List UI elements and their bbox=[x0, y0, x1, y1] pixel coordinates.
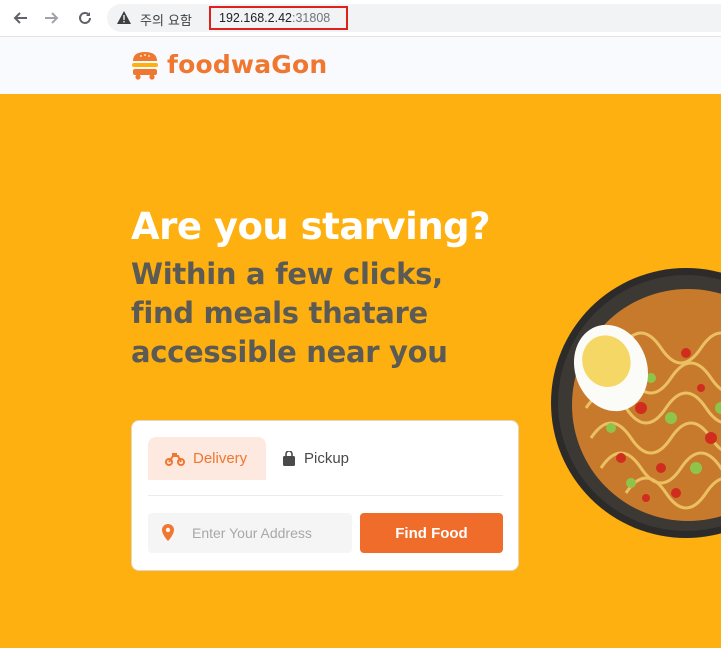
tab-pickup[interactable]: Pickup bbox=[282, 437, 382, 480]
location-pin-icon bbox=[162, 524, 174, 546]
url-host: 192.168.2.42 bbox=[219, 11, 292, 25]
hero-subheadline: Within a few clicks, find meals thatare … bbox=[131, 257, 448, 369]
motorbike-icon bbox=[165, 452, 185, 466]
shopping-bag-icon bbox=[282, 450, 296, 467]
tab-pickup-label: Pickup bbox=[304, 450, 350, 467]
tab-delivery[interactable]: Delivery bbox=[148, 437, 266, 480]
back-button[interactable] bbox=[10, 8, 30, 28]
forward-button[interactable] bbox=[42, 8, 62, 28]
browser-toolbar: 주의 요함 192.168.2.42:31808 bbox=[0, 0, 721, 37]
url-port: :31808 bbox=[292, 11, 331, 25]
hero-headline: Are you starving? bbox=[131, 205, 491, 248]
reload-button[interactable] bbox=[75, 8, 95, 28]
site-header: foodwaGon bbox=[0, 37, 721, 94]
arrow-left-icon bbox=[13, 12, 27, 24]
find-food-button[interactable]: Find Food bbox=[360, 513, 503, 553]
tab-divider bbox=[148, 495, 503, 496]
warning-triangle-icon bbox=[117, 11, 131, 29]
search-card: Delivery Pickup Find Food bbox=[131, 420, 519, 571]
burger-truck-logo-icon[interactable] bbox=[130, 50, 160, 85]
address-field[interactable] bbox=[148, 513, 352, 553]
address-bar[interactable]: 주의 요함 192.168.2.42:31808 bbox=[107, 4, 721, 32]
address-input[interactable] bbox=[192, 513, 347, 553]
tab-delivery-label: Delivery bbox=[193, 450, 248, 467]
noodle-bowl-image bbox=[551, 268, 721, 538]
reload-icon bbox=[79, 11, 91, 24]
brand-logo-text[interactable]: foodwaGon bbox=[167, 50, 327, 79]
url-text[interactable]: 192.168.2.42:31808 bbox=[209, 6, 348, 30]
arrow-right-icon bbox=[45, 12, 59, 24]
security-warning-label[interactable]: 주의 요함 bbox=[140, 10, 192, 29]
hero-section: Are you starving? Within a few clicks, f… bbox=[0, 94, 721, 648]
